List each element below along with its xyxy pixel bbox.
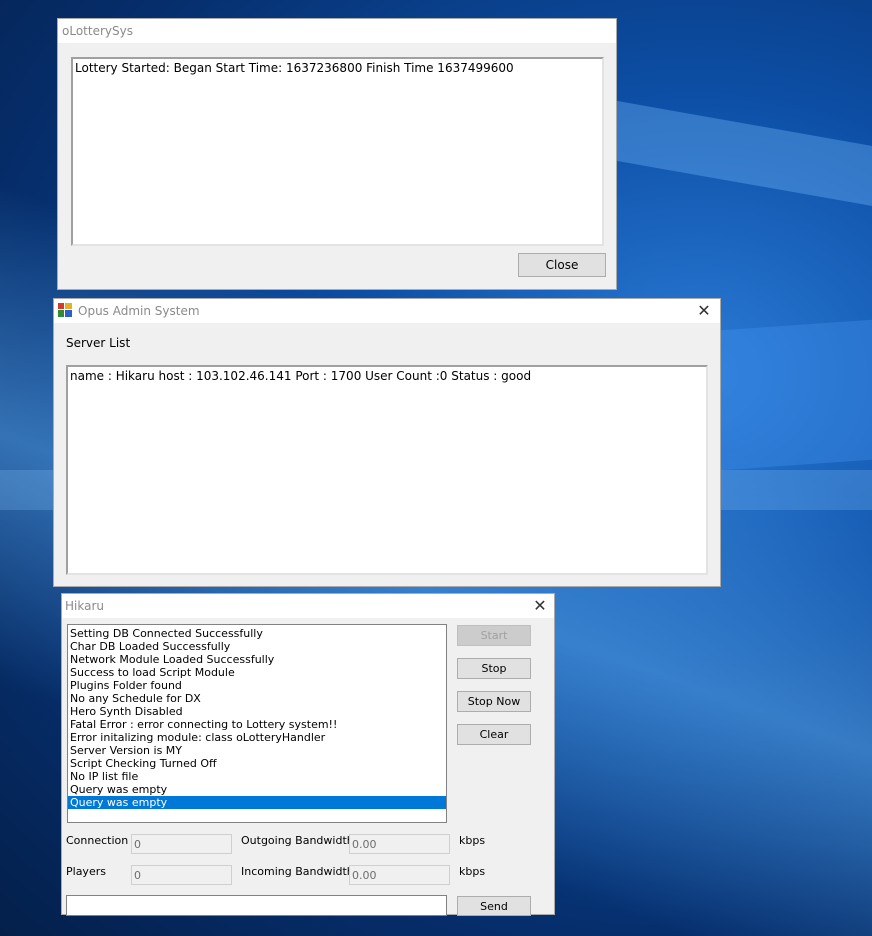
log-entry[interactable]: Query was empty [68,783,446,796]
server-list-label: Server List [66,336,131,350]
log-entry[interactable]: No IP list file [68,770,446,783]
incoming-bandwidth-field[interactable]: 0.00 [349,865,450,885]
lottery-window-title: oLotterySys [62,24,133,38]
connection-label: Connection [66,834,129,847]
server-list-entry[interactable]: name : Hikaru host : 103.102.46.141 Port… [70,369,531,383]
log-entry[interactable]: Fatal Error : error connecting to Lotter… [68,718,446,731]
send-button[interactable]: Send [457,896,531,916]
players-field[interactable]: 0 [131,865,232,885]
log-entry[interactable]: Setting DB Connected Successfully [68,627,446,640]
outgoing-bandwidth-field[interactable]: 0.00 [349,834,450,854]
log-entry[interactable]: Script Checking Turned Off [68,757,446,770]
server-list-box[interactable]: name : Hikaru host : 103.102.46.141 Port… [66,365,708,575]
server-window-titlebar[interactable]: Hikaru ✕ [62,594,554,618]
incoming-unit-label: kbps [459,865,486,878]
clear-button[interactable]: Clear [457,724,531,745]
stop-button[interactable]: Stop [457,658,531,679]
lottery-window-titlebar[interactable]: oLotterySys [58,19,616,43]
outgoing-bandwidth-label: Outgoing Bandwidth [241,834,354,847]
lottery-window: oLotterySys Lottery Started: Began Start… [57,18,617,290]
log-entry[interactable]: Error initalizing module: class oLottery… [68,731,446,744]
log-entry[interactable]: Query was empty [68,796,446,809]
command-input[interactable] [66,895,447,916]
admin-window: Opus Admin System ✕ Server List name : H… [53,298,721,587]
close-icon[interactable]: ✕ [694,301,714,321]
log-entry[interactable]: Hero Synth Disabled [68,705,446,718]
connection-field[interactable]: 0 [131,834,232,854]
lottery-message-text: Lottery Started: Began Start Time: 16372… [75,61,514,75]
admin-window-title: Opus Admin System [78,304,200,318]
stop-now-button[interactable]: Stop Now [457,691,531,712]
server-log-list[interactable]: Setting DB Connected Successfully Char DB… [67,624,447,823]
close-icon[interactable]: ✕ [530,596,550,616]
close-button[interactable]: Close [518,253,606,277]
admin-window-titlebar[interactable]: Opus Admin System ✕ [54,299,720,323]
incoming-bandwidth-label: Incoming Bandwidth [241,865,354,878]
log-entry[interactable]: Char DB Loaded Successfully [68,640,446,653]
app-icon [58,303,72,317]
start-button[interactable]: Start [457,625,531,646]
log-entry[interactable]: Plugins Folder found [68,679,446,692]
outgoing-unit-label: kbps [459,834,486,847]
server-window: Hikaru ✕ Setting DB Connected Successful… [61,593,555,916]
players-label: Players [66,865,106,878]
server-window-title: Hikaru [65,599,104,613]
log-entry[interactable]: Success to load Script Module [68,666,446,679]
log-entry[interactable]: Server Version is MY [68,744,446,757]
log-entry[interactable]: Network Module Loaded Successfully [68,653,446,666]
log-entry[interactable]: No any Schedule for DX [68,692,446,705]
lottery-message-box[interactable]: Lottery Started: Began Start Time: 16372… [71,57,604,246]
